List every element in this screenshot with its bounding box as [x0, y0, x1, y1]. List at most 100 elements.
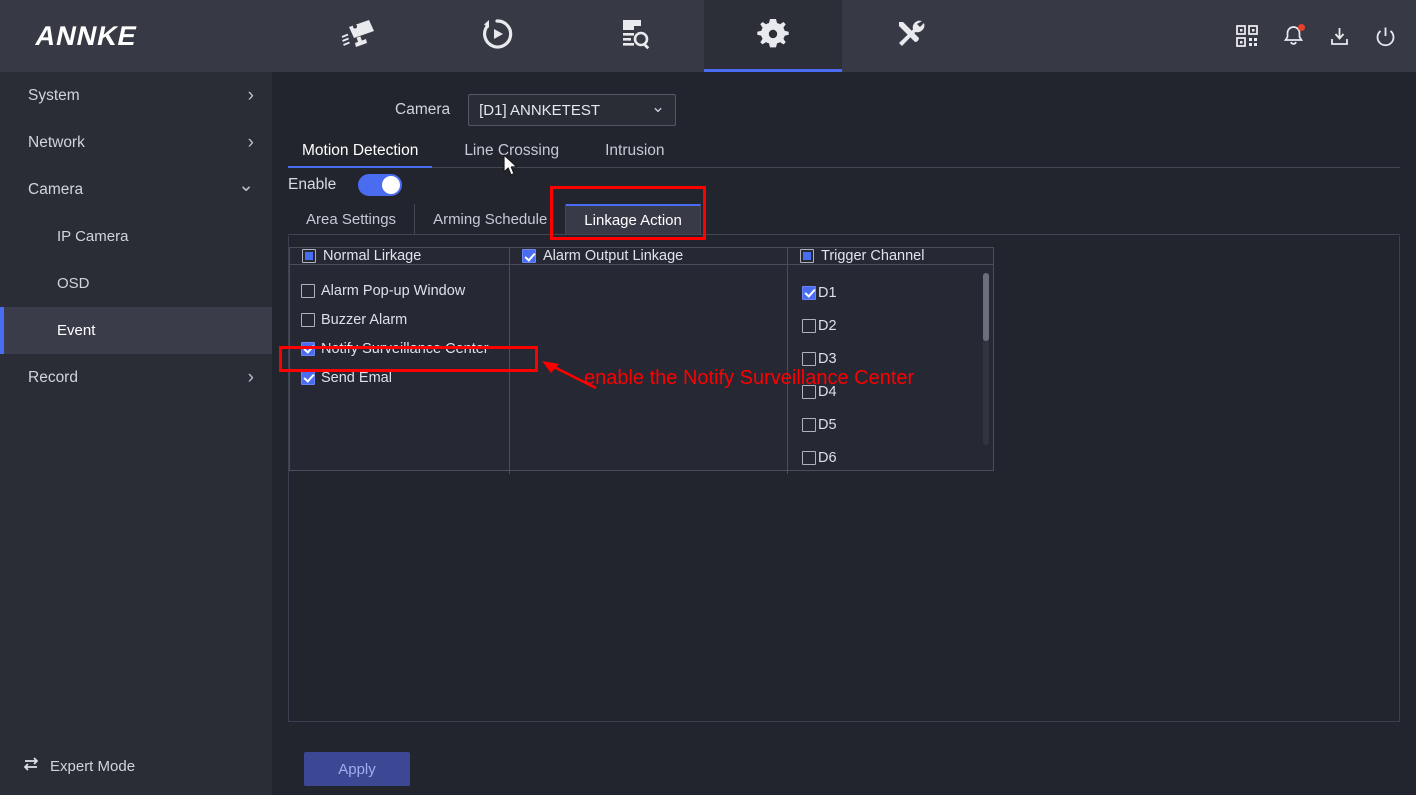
checkbox-label: Alarm Pop-up Window: [321, 282, 466, 299]
sidebar-item-network[interactable]: Network: [0, 119, 272, 166]
chevron-right-icon: [248, 86, 254, 105]
trigger-channel-scrollbar[interactable]: [983, 273, 989, 445]
swap-arrows-icon: [22, 756, 40, 776]
alarm-popup-window-checkbox[interactable]: [301, 283, 315, 298]
nav-playback[interactable]: [428, 0, 566, 72]
camera-icon: [339, 17, 379, 56]
top-nav: [290, 0, 980, 72]
channel-row-d1[interactable]: D1: [802, 276, 993, 309]
toggle-knob: [382, 176, 401, 194]
subtab-area-settings[interactable]: Area Settings: [288, 204, 416, 234]
enable-toggle[interactable]: [358, 174, 403, 196]
tab-intrusion[interactable]: Intrusion: [591, 142, 678, 167]
apply-button[interactable]: Apply: [304, 752, 410, 786]
sidebar-item-label: System: [28, 86, 80, 104]
subtab-label: Linkage Action: [584, 211, 682, 229]
subtab-linkage-action[interactable]: Linkage Action: [566, 204, 701, 234]
sidebar-item-label: Event: [57, 322, 96, 339]
channel-d3-checkbox[interactable]: [802, 351, 816, 366]
camera-select-value: [D1] ANNKETEST: [479, 101, 601, 119]
camera-label: Camera: [395, 101, 451, 118]
linkage-table-header: Normal Lirkage Alarm Output Linkage Trig…: [290, 248, 993, 265]
nav-live-view[interactable]: [290, 0, 428, 72]
channel-label: D1: [818, 284, 837, 301]
sidebar-item-label: Camera: [28, 180, 84, 198]
channel-label: D5: [818, 416, 837, 433]
channel-row-d6[interactable]: D6: [802, 441, 993, 474]
top-bar: ANNKE: [0, 0, 1416, 72]
tab-label: Intrusion: [605, 142, 665, 159]
subtab-label: Arming Schedule: [433, 210, 548, 228]
normal-linkage-column: Alarm Pop-up Window Buzzer Alarm Notify …: [290, 265, 510, 474]
camera-selector-row: Camera [D1] ANNKETEST ⌄: [395, 94, 677, 126]
sidebar-item-system[interactable]: System: [0, 72, 272, 119]
tab-label: Motion Detection: [302, 142, 419, 159]
enable-row: Enable: [288, 174, 403, 196]
header-label: Normal Lirkage: [323, 248, 422, 264]
chevron-right-icon: [248, 368, 254, 387]
scrollbar-thumb[interactable]: [983, 273, 989, 341]
subtab-label: Area Settings: [306, 210, 397, 228]
sidebar-item-label: OSD: [57, 275, 90, 292]
alarm-output-select-all-checkbox[interactable]: [522, 249, 536, 263]
nav-configuration[interactable]: [704, 0, 842, 72]
channel-d5-checkbox[interactable]: [802, 417, 816, 432]
gear-icon: [755, 16, 791, 57]
nav-maintenance[interactable]: [842, 0, 980, 72]
header-trigger-channel[interactable]: Trigger Channel: [788, 248, 993, 264]
chevron-down-icon: ⌄: [650, 97, 666, 116]
sidebar-item-osd[interactable]: OSD: [0, 260, 272, 307]
main-content: Camera [D1] ANNKETEST ⌄ Motion Detection…: [272, 72, 1416, 795]
notification-badge: [1298, 24, 1305, 31]
checkbox-row-alarm-popup-window[interactable]: Alarm Pop-up Window: [301, 276, 509, 305]
channel-row-d5[interactable]: D5: [802, 408, 993, 441]
checkbox-label: Send Emal: [321, 369, 392, 386]
notify-surveillance-center-checkbox[interactable]: [301, 341, 315, 356]
brand-logo: ANNKE: [0, 0, 272, 72]
header-alarm-output-linkage[interactable]: Alarm Output Linkage: [510, 248, 788, 264]
expert-mode-toggle[interactable]: Expert Mode: [0, 749, 272, 783]
subtab-arming-schedule[interactable]: Arming Schedule: [415, 204, 567, 234]
sidebar-item-event[interactable]: Event: [0, 307, 272, 354]
detection-tabs: Motion Detection Line Crossing Intrusion: [288, 138, 1400, 168]
sidebar-item-label: Record: [28, 368, 78, 386]
send-email-checkbox[interactable]: [301, 370, 315, 385]
nav-log-search[interactable]: [566, 0, 704, 72]
camera-select[interactable]: [D1] ANNKETEST ⌄: [468, 94, 677, 126]
header-label: Trigger Channel: [821, 248, 925, 264]
tab-motion-detection[interactable]: Motion Detection: [288, 142, 433, 168]
header-normal-linkage[interactable]: Normal Lirkage: [290, 248, 510, 264]
expert-mode-label: Expert Mode: [50, 757, 136, 775]
power-icon[interactable]: [1372, 23, 1398, 49]
checkbox-row-buzzer-alarm[interactable]: Buzzer Alarm: [301, 305, 509, 334]
header-label: Alarm Output Linkage: [543, 248, 684, 264]
chevron-down-icon: [238, 180, 254, 199]
sidebar-item-label: Network: [28, 133, 85, 151]
enable-label: Enable: [288, 176, 337, 193]
channel-label: D2: [818, 317, 837, 334]
chevron-right-icon: [248, 133, 254, 152]
apply-button-label: Apply: [338, 760, 376, 778]
normal-linkage-select-all-checkbox[interactable]: [302, 249, 316, 263]
qr-code-icon[interactable]: [1234, 23, 1260, 49]
bell-icon[interactable]: [1280, 23, 1306, 49]
checkbox-row-notify-surveillance-center[interactable]: Notify Surveillance Center: [301, 334, 509, 363]
channel-d1-checkbox[interactable]: [802, 285, 816, 300]
linkage-sub-tabs: Area Settings Arming Schedule Linkage Ac…: [288, 204, 1400, 235]
sidebar-item-camera[interactable]: Camera: [0, 166, 272, 213]
trigger-channel-select-all-checkbox[interactable]: [800, 249, 814, 263]
download-icon[interactable]: [1326, 23, 1352, 49]
channel-d2-checkbox[interactable]: [802, 318, 816, 333]
checkbox-row-send-email[interactable]: Send Emal: [301, 363, 509, 392]
checkbox-label: Notify Surveillance Center: [321, 340, 489, 357]
channel-row-d2[interactable]: D2: [802, 309, 993, 342]
channel-label: D3: [818, 350, 837, 367]
sidebar-item-record[interactable]: Record: [0, 354, 272, 401]
sidebar-item-ip-camera[interactable]: IP Camera: [0, 213, 272, 260]
tools-icon: [893, 16, 929, 57]
buzzer-alarm-checkbox[interactable]: [301, 312, 315, 327]
brand-logo-text: ANNKE: [32, 20, 141, 51]
top-bar-right-icons: [1234, 0, 1398, 72]
linkage-table: Normal Lirkage Alarm Output Linkage Trig…: [289, 247, 994, 474]
channel-d6-checkbox[interactable]: [802, 450, 816, 465]
